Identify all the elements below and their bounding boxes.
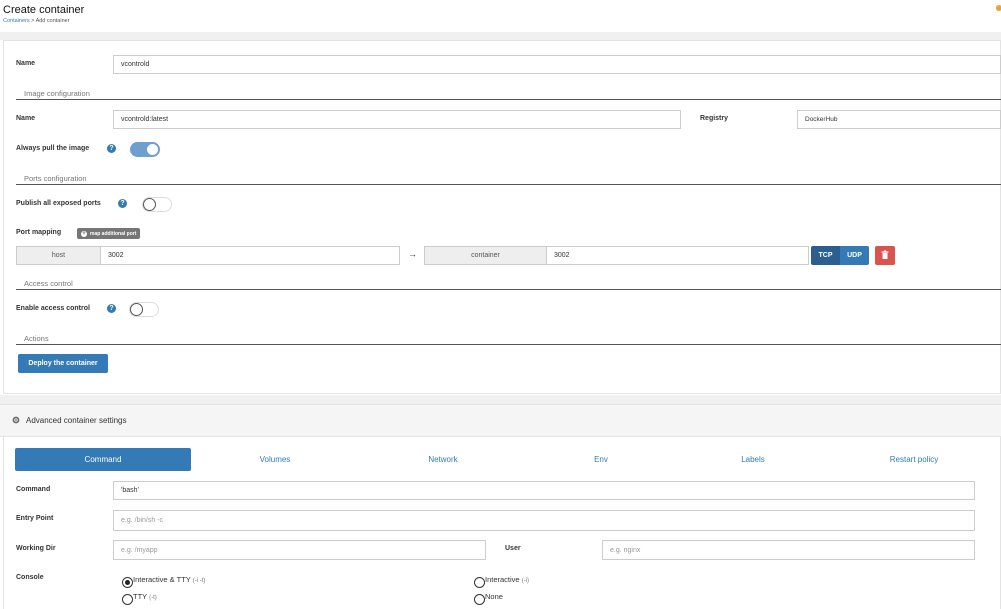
console-option-text: None <box>485 592 503 601</box>
udp-button[interactable]: UDP <box>840 246 869 265</box>
breadcrumb-containers-link[interactable]: Containers <box>3 18 30 24</box>
help-icon[interactable]: ? <box>118 199 127 208</box>
command-label: Command <box>16 486 51 493</box>
host-port-input[interactable]: 3002 <box>100 246 400 265</box>
host-addon: host <box>16 246 101 265</box>
remove-port-button[interactable] <box>875 246 895 265</box>
page-background <box>0 32 1001 40</box>
command-input[interactable]: 'bash' <box>113 481 975 500</box>
advanced-settings-title: Advanced container settings <box>26 416 127 425</box>
tab-volumes[interactable]: Volumes <box>190 448 360 471</box>
toggle-knob <box>146 143 159 156</box>
deploy-container-button[interactable]: Deploy the container <box>18 354 108 373</box>
tab-restart-policy[interactable]: Restart policy <box>829 448 999 471</box>
console-option-text: Interactive <box>485 575 520 584</box>
console-option-hint: (-i -t) <box>192 578 206 584</box>
arrow-right-icon: → <box>408 249 417 259</box>
console-option-text: TTY <box>133 592 148 601</box>
working-dir-input[interactable]: e.g. /myapp <box>113 540 486 560</box>
enable-access-label: Enable access control <box>16 305 90 312</box>
publish-all-toggle[interactable] <box>142 197 172 212</box>
trash-icon <box>881 250 889 259</box>
breadcrumb-current: Add container <box>35 18 70 24</box>
tab-labels[interactable]: Labels <box>668 448 838 471</box>
tcp-button[interactable]: TCP <box>811 246 840 265</box>
image-config-section-title: Image configuration <box>24 89 90 98</box>
entry-point-label: Entry Point <box>16 515 54 522</box>
console-radio-interactive[interactable] <box>474 577 485 588</box>
container-addon: container <box>424 246 547 265</box>
always-pull-label: Always pull the image <box>16 145 90 152</box>
section-divider <box>16 184 1001 185</box>
console-option-text: Interactive & TTY <box>133 575 191 584</box>
name-label: Name <box>16 60 36 67</box>
publish-all-label: Publish all exposed ports <box>16 200 101 207</box>
plus-circle-icon: + <box>81 230 87 237</box>
console-option-hint: (-t) <box>149 595 157 601</box>
console-option-hint: (-i) <box>521 578 530 584</box>
notification-dot[interactable] <box>996 5 1001 11</box>
advanced-settings-header <box>0 404 1001 437</box>
page-background <box>0 395 1001 404</box>
registry-label: Registry <box>700 115 729 122</box>
entry-point-input[interactable]: e.g. /bin/sh -c <box>113 510 975 531</box>
toggle-knob <box>130 303 143 316</box>
gear-icon <box>12 416 20 424</box>
container-port-input[interactable]: 3002 <box>546 246 809 265</box>
tab-env[interactable]: Env <box>516 448 686 471</box>
ports-config-section-title: Ports configuration <box>24 174 87 183</box>
console-radio-none[interactable] <box>474 594 485 605</box>
enable-access-toggle[interactable] <box>129 302 159 317</box>
registry-select[interactable]: DockerHub <box>797 110 1001 129</box>
map-port-button-label: map additional port <box>90 230 137 237</box>
help-icon[interactable]: ? <box>107 144 116 153</box>
user-input[interactable]: e.g. nginx <box>602 540 975 560</box>
help-icon[interactable]: ? <box>107 304 116 313</box>
section-divider <box>16 99 1001 100</box>
console-label: Console <box>16 574 44 581</box>
map-additional-port-button[interactable]: + map additional port <box>77 228 141 239</box>
create-container-panel <box>3 40 1001 394</box>
tab-network[interactable]: Network <box>358 448 528 471</box>
access-control-section-title: Access control <box>24 279 73 288</box>
console-radio-interactive-tty[interactable] <box>122 577 133 588</box>
console-option-label: Interactive & TTY (-i -t) <box>133 575 205 584</box>
console-radio-tty[interactable] <box>122 594 133 605</box>
working-dir-label: Working Dir <box>16 545 56 552</box>
container-name-input[interactable]: vcontrold <box>113 55 1001 74</box>
tab-command[interactable]: Command <box>15 448 191 471</box>
top-bar <box>0 0 1001 32</box>
console-option-label: None <box>485 592 503 601</box>
section-divider <box>16 289 1001 290</box>
section-divider <box>16 344 1001 345</box>
port-mapping-label: Port mapping <box>16 229 62 236</box>
console-option-label: TTY (-t) <box>133 592 157 601</box>
image-name-label: Name <box>16 115 36 122</box>
page-title: Create container <box>3 4 85 16</box>
image-name-input[interactable]: vcontrold:latest <box>113 110 681 129</box>
breadcrumb: Containers > Add container <box>3 18 70 24</box>
toggle-knob <box>143 198 156 211</box>
actions-section-title: Actions <box>24 334 49 343</box>
user-label: User <box>505 545 521 552</box>
always-pull-toggle[interactable] <box>130 142 160 157</box>
console-option-label: Interactive (-i) <box>485 575 529 584</box>
